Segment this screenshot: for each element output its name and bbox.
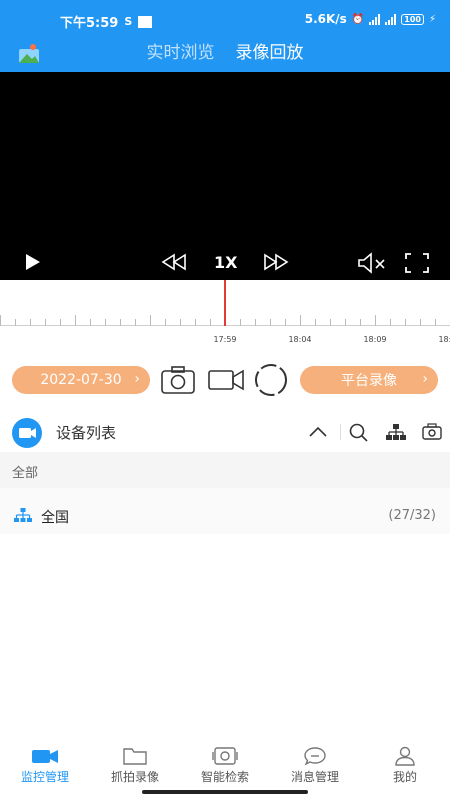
timeline-tick <box>390 319 391 326</box>
timeline-tick <box>150 315 151 326</box>
playback-actions: 2022-07-30 › 平台录像 › <box>0 362 450 398</box>
timeline-tick <box>105 319 106 326</box>
date-value: 2022-07-30 <box>40 372 122 388</box>
folder-icon <box>123 748 147 765</box>
view-tabs: 实时浏览 录像回放 <box>0 40 450 66</box>
org-tree-icon[interactable] <box>385 422 407 442</box>
org-tree-icon <box>14 508 32 522</box>
search-icon[interactable] <box>348 422 370 442</box>
timeline-tick <box>45 319 46 326</box>
timeline-label: 18:09 <box>363 335 387 344</box>
timeline-tick <box>90 319 91 326</box>
timeline-tick <box>180 319 181 326</box>
timeline[interactable]: 17:59 18:04 18:09 18:14 <box>0 280 450 348</box>
net-speed: 5.6K/s <box>304 12 347 26</box>
nav-label: 智能检索 <box>200 770 249 784</box>
timeline-tick <box>75 315 76 326</box>
timeline-tick <box>15 319 16 326</box>
device-group-count: (27/32) <box>388 508 436 523</box>
play-icon[interactable] <box>22 252 42 272</box>
nav-label: 消息管理 <box>290 770 339 784</box>
timeline-cursor[interactable] <box>224 280 226 326</box>
timeline-tick <box>420 319 421 326</box>
message-icon <box>304 747 326 766</box>
timeline-label: 17:59 <box>213 335 237 344</box>
playback-speed[interactable]: 1X <box>214 253 237 272</box>
status-right: 5.6K/s ⏰ 100 ⚡ <box>305 12 436 26</box>
timeline-tick <box>375 315 376 326</box>
video-player[interactable]: 1X <box>0 72 450 280</box>
timeline-tick <box>60 319 61 326</box>
chevron-right-icon: › <box>134 371 140 387</box>
timeline-tick <box>120 319 121 326</box>
timeline-tick <box>210 319 211 326</box>
smart-search-icon <box>212 747 238 765</box>
timeline-tick <box>315 319 316 326</box>
timeline-tick <box>360 319 361 326</box>
timeline-tick <box>255 319 256 326</box>
nav-label: 抓拍录像 <box>110 770 159 784</box>
status-bar: 下午5:59 S 5.6K/s ⏰ 100 ⚡ <box>0 0 450 40</box>
tab-live-view[interactable]: 实时浏览 <box>146 40 214 66</box>
app-logo-icon[interactable] <box>18 43 42 65</box>
nav-label: 监控管理 <box>20 770 69 784</box>
record-video-icon[interactable] <box>207 362 245 398</box>
home-indicator <box>142 790 308 794</box>
battery-icon: 100 <box>401 13 424 25</box>
charging-icon: ⚡ <box>428 13 436 25</box>
timeline-tick <box>300 315 301 326</box>
collapse-icon[interactable] <box>307 422 329 442</box>
notification-icon <box>138 15 153 28</box>
timeline-tick <box>165 319 166 326</box>
tab-playback[interactable]: 录像回放 <box>236 40 304 66</box>
timeline-tick <box>240 319 241 326</box>
device-group-name: 全国 <box>41 510 69 526</box>
filter-all-row[interactable]: 全部 <box>0 452 450 488</box>
signal-4g-icon <box>385 13 397 25</box>
top-bar: 实时浏览 录像回放 <box>0 40 450 72</box>
chevron-right-icon: › <box>422 371 428 387</box>
device-list-title: 设备列表 <box>56 424 117 442</box>
camera-badge-icon <box>12 418 42 448</box>
status-left: 下午5:59 S <box>60 12 153 31</box>
platform-record-label: 平台录像 <box>341 373 397 389</box>
video-camera-icon <box>32 750 58 763</box>
platform-record-button[interactable]: 平台录像 › <box>300 366 438 394</box>
timeline-tick <box>135 319 136 326</box>
timeline-label: 18:14 <box>438 335 450 344</box>
camera-filter-icon[interactable] <box>421 422 443 442</box>
filter-all-label: 全部 <box>12 466 39 481</box>
alarm-icon: ⏰ <box>351 13 365 25</box>
timeline-tick <box>0 315 1 326</box>
mute-icon[interactable] <box>356 252 388 274</box>
rewind-icon[interactable] <box>160 252 188 272</box>
timeline-tick <box>435 319 436 326</box>
list-item[interactable]: 全国 (27/32) <box>0 488 450 534</box>
divider <box>340 424 341 440</box>
timeline-tick <box>30 319 31 326</box>
snapshot-icon[interactable] <box>160 362 196 398</box>
status-time: 下午5:59 <box>60 16 119 31</box>
device-list-header: 设备列表 <box>0 412 450 452</box>
timeline-tick <box>330 319 331 326</box>
timeline-tick <box>270 319 271 326</box>
signal-icon <box>369 13 381 25</box>
timeline-tick <box>195 319 196 326</box>
nav-label: 我的 <box>392 770 417 784</box>
timeline-label: 18:04 <box>288 335 312 344</box>
timeline-tick <box>345 319 346 326</box>
fullscreen-icon[interactable] <box>404 252 430 274</box>
nav-me[interactable]: 我的 <box>360 740 450 800</box>
sync-icon: S <box>124 15 133 28</box>
timeline-tick <box>285 319 286 326</box>
timeline-tick <box>405 319 406 326</box>
nav-monitor-management[interactable]: 监控管理 <box>0 740 90 800</box>
capture-area-icon[interactable] <box>253 362 289 398</box>
date-picker-button[interactable]: 2022-07-30 › <box>12 366 150 394</box>
user-icon <box>395 746 415 766</box>
fast-forward-icon[interactable] <box>262 252 290 272</box>
